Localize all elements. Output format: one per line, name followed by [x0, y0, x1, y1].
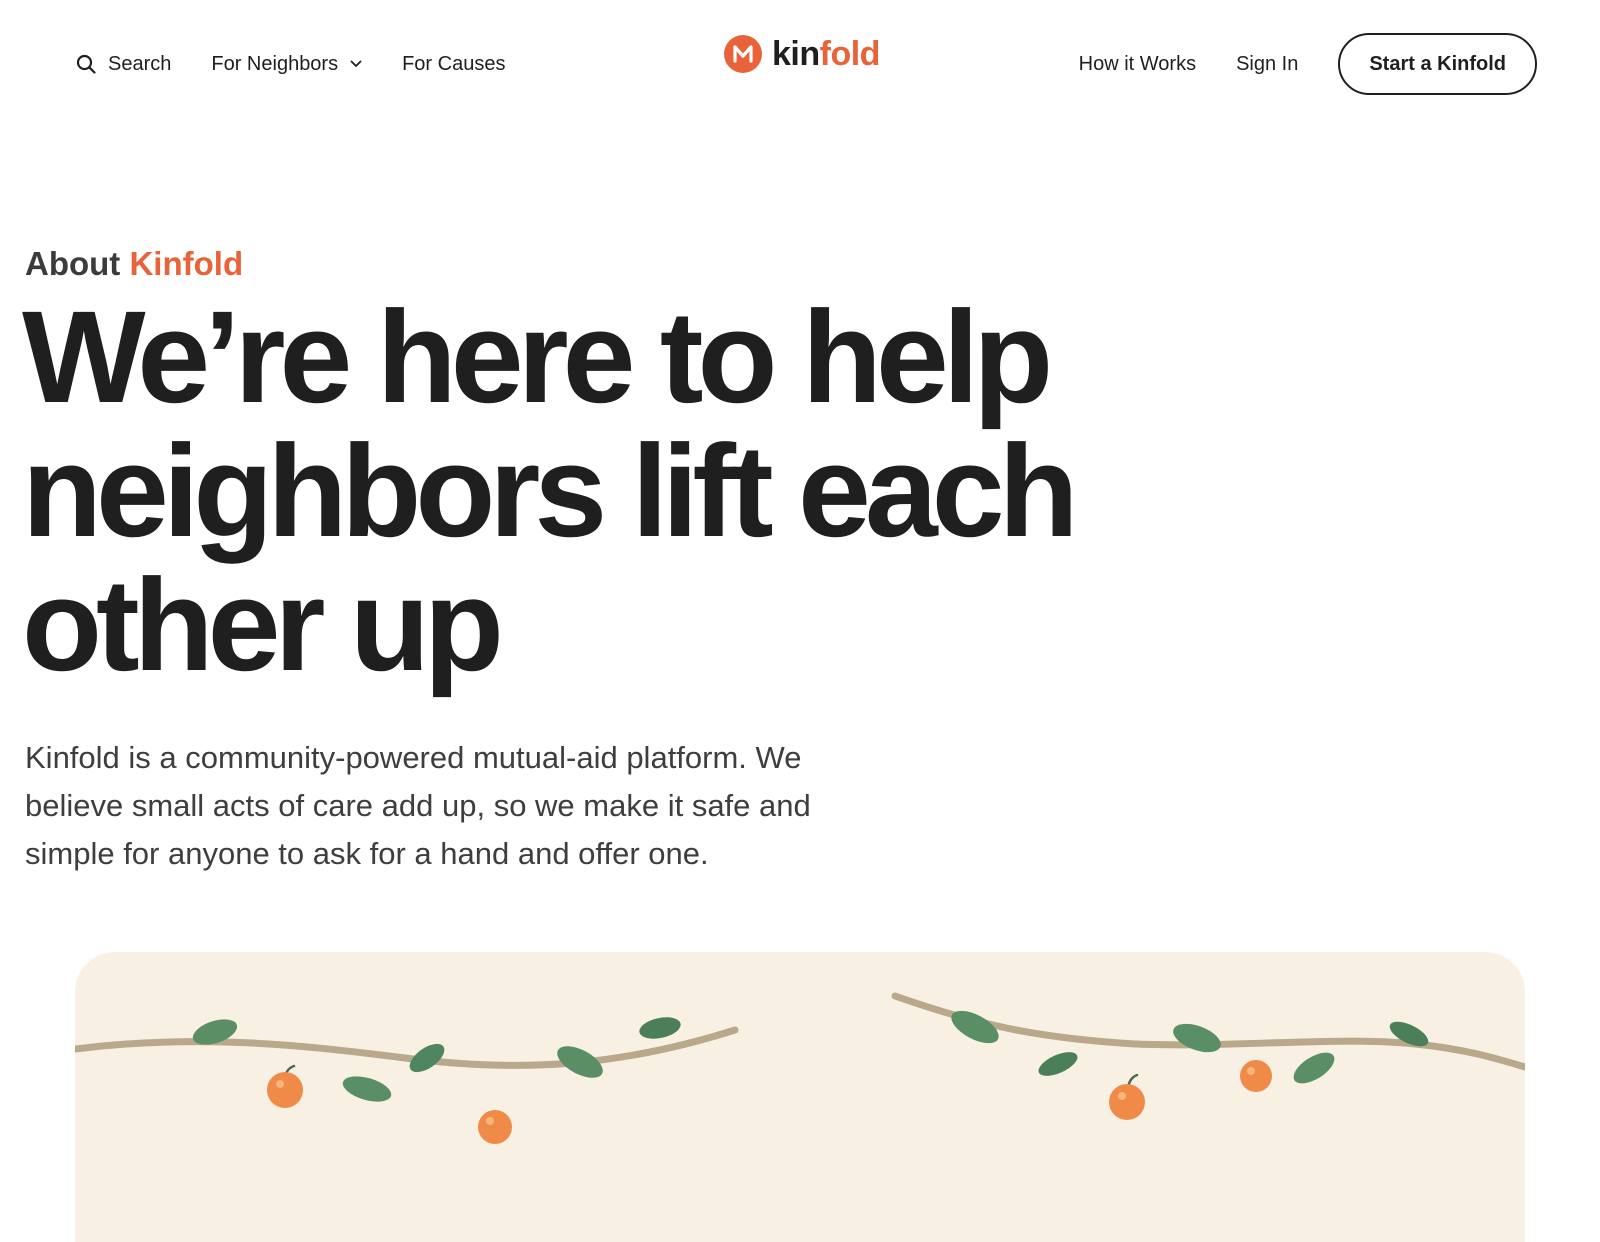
- logo-wordmark: kinfold: [772, 35, 880, 74]
- eyebrow-prefix: About: [25, 245, 130, 282]
- leaf: [1173, 1023, 1221, 1053]
- left-vine-branch: [75, 1026, 739, 1069]
- hero-headline: We’re here to help neighbors lift each o…: [22, 283, 1079, 698]
- for-causes-link[interactable]: For Causes: [402, 53, 505, 76]
- top-navigation: Search For Neighbors For Causes kinfold …: [0, 0, 1600, 128]
- search-label: Search: [108, 52, 172, 75]
- search-icon: [76, 54, 96, 74]
- start-kinfold-label: Start a Kinfold: [1369, 52, 1506, 75]
- logo-mark: [724, 35, 762, 73]
- nav-right-group: How it Works Sign In Start a Kinfold: [1079, 33, 1537, 95]
- chevron-down-icon: [350, 60, 362, 67]
- logo-wordmark-suffix: fold: [819, 34, 881, 73]
- leaf: [1293, 1052, 1335, 1084]
- how-it-works-label: How it Works: [1078, 52, 1197, 75]
- leaf: [1038, 1052, 1078, 1076]
- fruit: [478, 1110, 512, 1144]
- leaf: [342, 1076, 392, 1102]
- hero-description: Kinfold is a community-powered mutual-ai…: [25, 740, 811, 871]
- kinfold-logo[interactable]: kinfold: [724, 32, 880, 76]
- sign-in-link[interactable]: Sign In: [1236, 53, 1298, 76]
- fruit: [267, 1064, 303, 1108]
- logo-wordmark-prefix: kin: [772, 34, 820, 73]
- about-eyebrow: About Kinfold: [25, 245, 243, 283]
- eyebrow-accent: Kinfold: [129, 245, 244, 282]
- nav-left-group: Search For Neighbors For Causes: [76, 44, 505, 84]
- fruit: [1240, 1060, 1272, 1092]
- vine-artwork: [75, 992, 1525, 1144]
- for-neighbors-dropdown[interactable]: For Neighbors: [211, 53, 362, 76]
- sign-in-label: Sign In: [1236, 52, 1299, 75]
- search-link[interactable]: Search: [76, 53, 171, 76]
- for-neighbors-label: For Neighbors: [211, 52, 339, 75]
- leaf: [639, 1017, 681, 1039]
- start-kinfold-button[interactable]: Start a Kinfold: [1338, 33, 1537, 95]
- for-causes-label: For Causes: [402, 52, 506, 75]
- vine-illustration: [75, 952, 1525, 1242]
- how-it-works-link[interactable]: How it Works: [1079, 53, 1196, 76]
- logo-letter-icon: [733, 45, 753, 63]
- fruit: [1109, 1073, 1145, 1120]
